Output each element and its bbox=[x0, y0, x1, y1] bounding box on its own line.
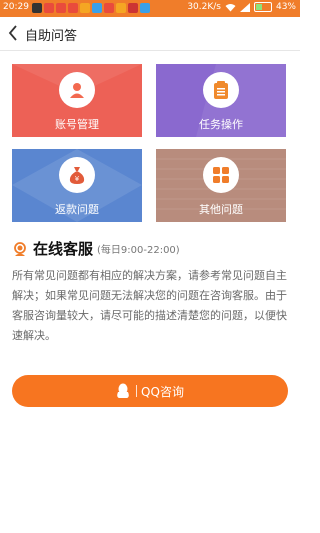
online-service-title: 在线客服 bbox=[33, 240, 94, 258]
service-hours: (每日9:00-22:00) bbox=[97, 245, 180, 256]
tile-label: 任务操作 bbox=[199, 118, 243, 131]
tile-task-operation[interactable]: 任务操作 bbox=[156, 64, 286, 137]
qq-penguin-icon bbox=[117, 383, 129, 398]
app-notification-icon bbox=[44, 3, 54, 13]
online-service-header: 在线客服 (每日9:00-22:00) bbox=[12, 238, 180, 259]
app-notification-icon bbox=[140, 3, 150, 13]
notification-icons bbox=[32, 3, 150, 13]
tile-account-management[interactable]: 账号管理 bbox=[12, 64, 142, 137]
tile-label: 其他问题 bbox=[199, 203, 243, 216]
qq-consult-button[interactable]: QQ咨询 bbox=[12, 375, 288, 407]
back-arrow-icon[interactable] bbox=[8, 25, 18, 41]
service-description: 所有常见问题都有相应的解决方案，请参考常见问题自主解决；如果常见问题无法解决您的… bbox=[12, 269, 287, 342]
qq-consult-label: QQ咨询 bbox=[141, 384, 184, 399]
svg-text:¥: ¥ bbox=[75, 175, 80, 183]
clipboard-icon bbox=[203, 72, 239, 108]
app-notification-icon bbox=[116, 3, 126, 13]
tile-label: 返款问题 bbox=[55, 203, 99, 216]
app-notification-icon bbox=[128, 3, 138, 13]
network-speed: 30.2K/s bbox=[187, 2, 221, 12]
status-time: 20:29 bbox=[3, 2, 29, 12]
app-notification-icon bbox=[68, 3, 78, 13]
app-notification-icon bbox=[92, 3, 102, 13]
app-notification-icon bbox=[104, 3, 114, 13]
page-title: 自助问答 bbox=[25, 29, 78, 44]
app-notification-icon bbox=[80, 3, 90, 13]
tile-other-issues[interactable]: 其他问题 bbox=[156, 149, 286, 222]
app-notification-icon bbox=[32, 3, 42, 13]
wifi-icon bbox=[225, 3, 236, 11]
tile-label: 账号管理 bbox=[55, 118, 99, 131]
money-bag-icon: ¥ bbox=[59, 157, 95, 193]
status-right: 30.2K/s 43% bbox=[187, 2, 296, 12]
signal-icon bbox=[239, 2, 250, 12]
customer-service-icon bbox=[14, 241, 26, 256]
status-bar: 20:29 30.2K/s 43% bbox=[0, 0, 300, 17]
battery-percent: 43% bbox=[275, 2, 296, 12]
app-header: 自助问答 bbox=[0, 17, 300, 51]
battery-icon bbox=[253, 2, 272, 12]
app-notification-icon bbox=[56, 3, 66, 13]
divider bbox=[136, 385, 138, 397]
tile-refund-issues[interactable]: ¥ 返款问题 bbox=[12, 149, 142, 222]
grid-icon bbox=[203, 157, 239, 193]
user-icon bbox=[59, 72, 95, 108]
